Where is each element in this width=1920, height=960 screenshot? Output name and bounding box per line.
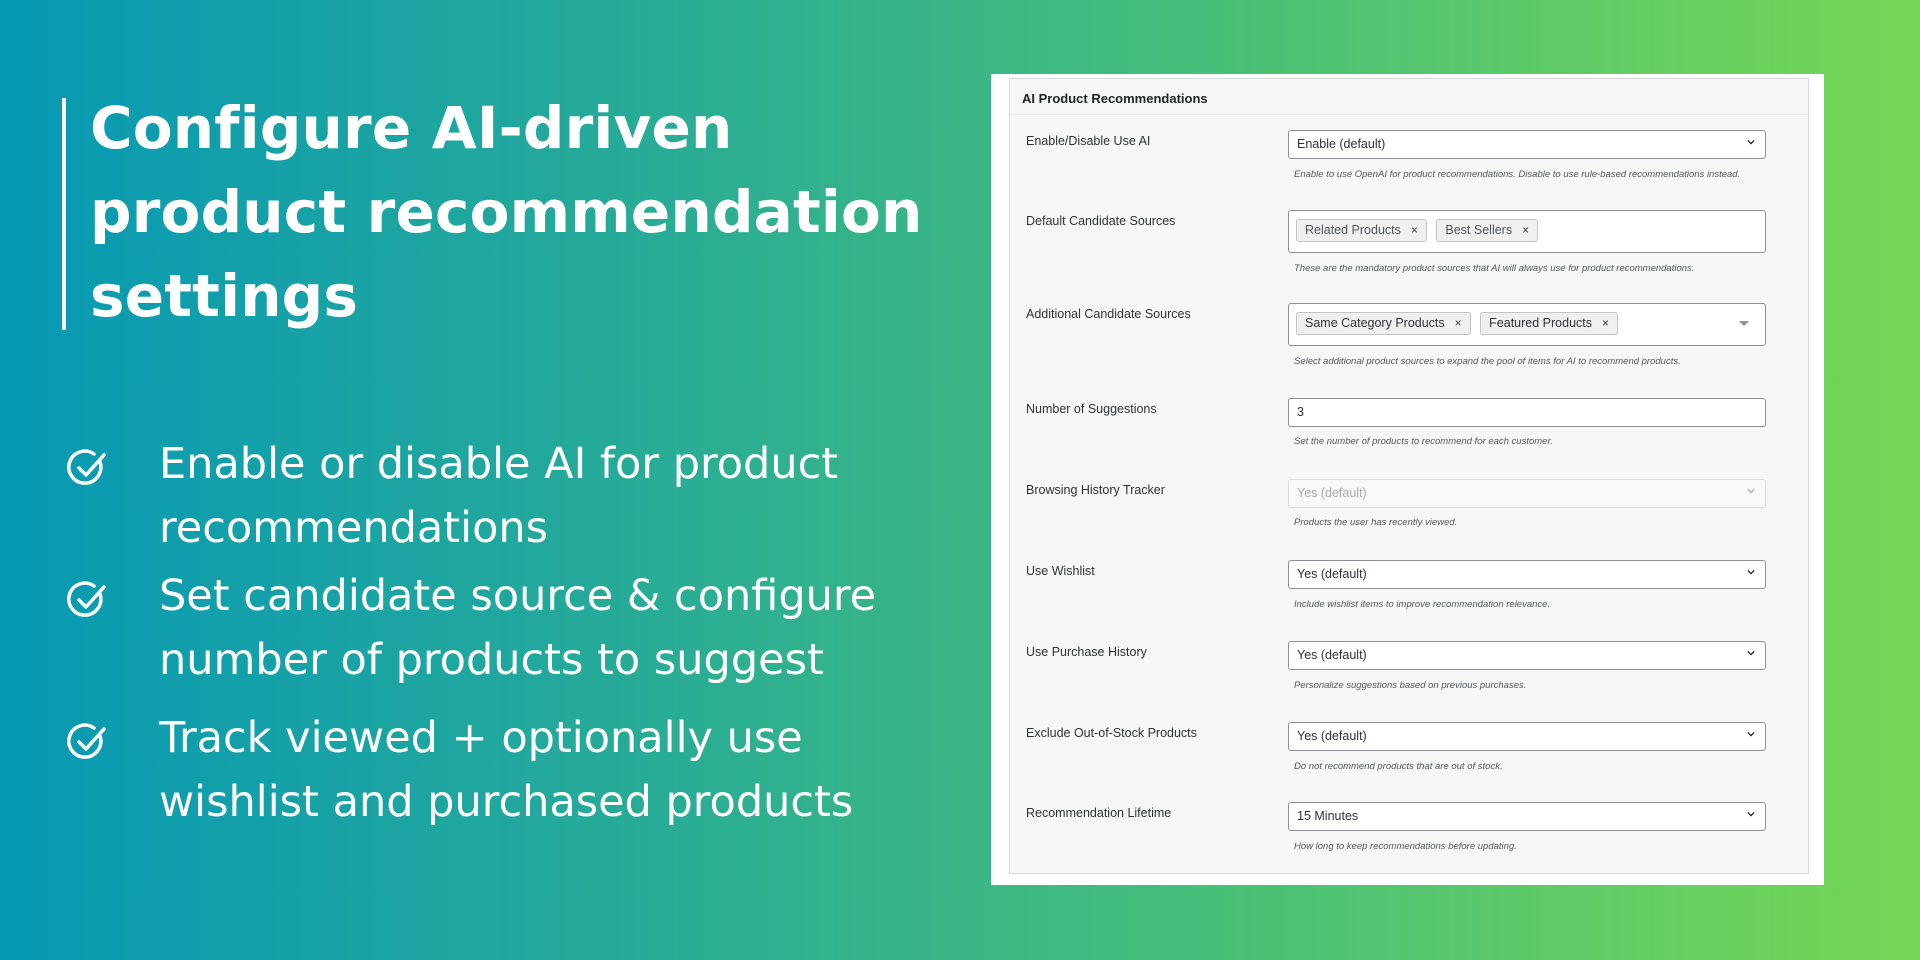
check-circle-icon xyxy=(67,449,106,485)
chevron-down-icon xyxy=(1747,569,1755,575)
source-tag: Related Products × xyxy=(1296,219,1427,242)
page-headline: Configure AI-driven product recommendati… xyxy=(90,86,930,338)
source-tag: Best Sellers × xyxy=(1436,219,1539,242)
feature-list: Enable or disable AI for product recomme… xyxy=(66,432,966,834)
chevron-down-icon xyxy=(1747,811,1755,817)
num-suggestions-input[interactable]: 3 xyxy=(1288,398,1766,427)
headline-accent-bar xyxy=(62,98,66,330)
setting-label: Recommendation Lifetime xyxy=(1026,806,1172,820)
headline-line: Configure AI-driven xyxy=(90,94,733,162)
tag-label: Featured Products xyxy=(1489,316,1592,330)
check-circle-icon xyxy=(67,581,106,617)
select-value: Yes (default) xyxy=(1297,567,1367,581)
setting-label: Default Candidate Sources xyxy=(1026,214,1176,228)
input-value: 3 xyxy=(1297,405,1304,419)
remove-tag-icon[interactable]: × xyxy=(1455,316,1462,330)
default-sources-multiselect[interactable]: Related Products × Best Sellers × xyxy=(1288,210,1766,253)
setting-description: Enable to use OpenAI for product recomme… xyxy=(1294,169,1741,180)
tag-label: Best Sellers xyxy=(1445,223,1513,237)
tag-label: Related Products xyxy=(1305,223,1401,237)
select-value: Yes (default) xyxy=(1297,648,1367,662)
chevron-down-icon xyxy=(1747,650,1755,656)
source-tag: Same Category Products × xyxy=(1296,312,1471,335)
exclude-oos-select[interactable]: Yes (default) xyxy=(1288,722,1766,751)
feature-item: Enable or disable AI for product recomme… xyxy=(66,432,966,560)
check-circle-icon xyxy=(67,723,106,759)
select-value: 15 Minutes xyxy=(1297,809,1359,823)
browsing-history-select: Yes (default) xyxy=(1288,479,1766,508)
feature-text: Track viewed + optionally use xyxy=(159,713,803,763)
setting-label: Exclude Out-of-Stock Products xyxy=(1026,726,1197,740)
setting-label: Browsing History Tracker xyxy=(1026,483,1165,497)
use-purchase-history-select[interactable]: Yes (default) xyxy=(1288,641,1766,670)
setting-label: Enable/Disable Use AI xyxy=(1026,134,1151,148)
dropdown-arrow-icon[interactable] xyxy=(1739,321,1749,326)
setting-description: Set the number of products to recommend … xyxy=(1294,436,1553,447)
settings-screenshot: AI Product Recommendations Enable/Disabl… xyxy=(991,74,1824,885)
panel-title: AI Product Recommendations xyxy=(1010,79,1808,115)
setting-description: Include wishlist items to improve recomm… xyxy=(1294,599,1551,610)
additional-sources-multiselect[interactable]: Same Category Products × Featured Product… xyxy=(1288,303,1766,346)
chevron-down-icon xyxy=(1747,731,1755,737)
setting-description: These are the mandatory product sources … xyxy=(1294,263,1695,274)
feature-text: recommendations xyxy=(159,503,549,553)
feature-text: wishlist and purchased products xyxy=(159,777,854,827)
chevron-down-icon xyxy=(1747,488,1755,494)
setting-description: Select additional product sources to exp… xyxy=(1294,356,1681,367)
feature-text: Enable or disable AI for product xyxy=(159,439,839,489)
select-value: Yes (default) xyxy=(1297,486,1367,500)
use-wishlist-select[interactable]: Yes (default) xyxy=(1288,560,1766,589)
tag-label: Same Category Products xyxy=(1305,316,1445,330)
settings-panel: AI Product Recommendations Enable/Disabl… xyxy=(1009,78,1809,874)
headline-line: product recommendation xyxy=(90,178,923,246)
headline-line: settings xyxy=(90,262,359,330)
setting-description: Do not recommend products that are out o… xyxy=(1294,761,1503,772)
remove-tag-icon[interactable]: × xyxy=(1602,316,1609,330)
remove-tag-icon[interactable]: × xyxy=(1522,223,1529,237)
source-tag: Featured Products × xyxy=(1480,312,1619,335)
feature-item: Set candidate source & configure number … xyxy=(66,564,966,692)
setting-description: How long to keep recommendations before … xyxy=(1294,841,1517,852)
setting-label: Use Wishlist xyxy=(1026,564,1095,578)
setting-label: Number of Suggestions xyxy=(1026,402,1157,416)
setting-label: Additional Candidate Sources xyxy=(1026,307,1191,321)
setting-description: Personalize suggestions based on previou… xyxy=(1294,680,1527,691)
use-ai-select[interactable]: Enable (default) xyxy=(1288,130,1766,159)
setting-label: Use Purchase History xyxy=(1026,645,1147,659)
select-value: Yes (default) xyxy=(1297,729,1367,743)
lifetime-select[interactable]: 15 Minutes xyxy=(1288,802,1766,831)
feature-text: Set candidate source & configure xyxy=(159,571,877,621)
feature-item: Track viewed + optionally use wishlist a… xyxy=(66,706,966,834)
chevron-down-icon xyxy=(1747,139,1755,145)
remove-tag-icon[interactable]: × xyxy=(1411,223,1418,237)
setting-description: Products the user has recently viewed. xyxy=(1294,517,1458,528)
feature-text: number of products to suggest xyxy=(159,635,824,685)
select-value: Enable (default) xyxy=(1297,137,1386,151)
